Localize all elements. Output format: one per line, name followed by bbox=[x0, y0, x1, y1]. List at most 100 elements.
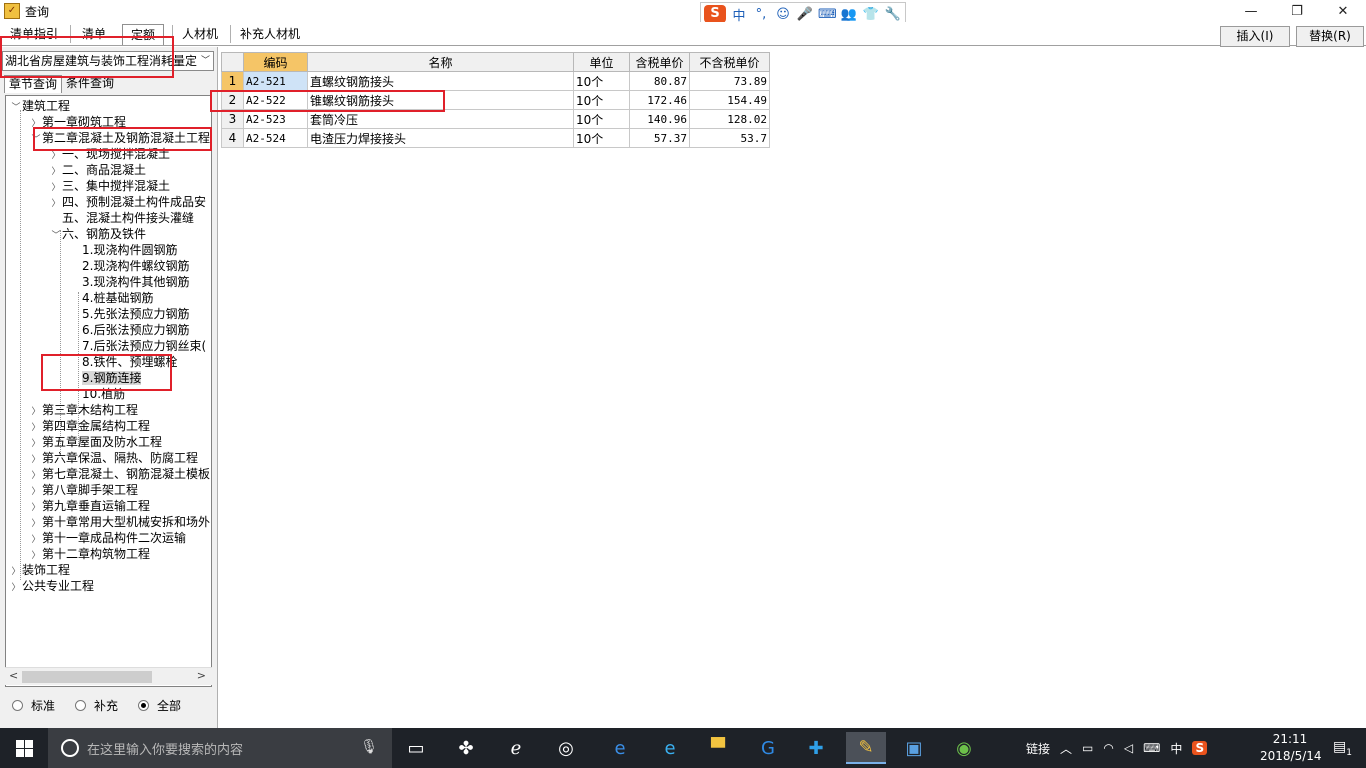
cell-notax-price[interactable]: 128.02 bbox=[689, 109, 770, 129]
table-row[interactable]: 4 A2-524 电渣压力焊接接头 10个 57.37 53.7 bbox=[221, 128, 770, 148]
browser-e-icon[interactable]: ℯ bbox=[496, 732, 536, 764]
app-g-icon[interactable]: G bbox=[748, 732, 788, 764]
spiral-app-icon[interactable]: ◎ bbox=[546, 732, 586, 764]
tree-node[interactable]: 〉第八章脚手架工程 bbox=[30, 482, 138, 498]
cell-tax-price[interactable]: 172.46 bbox=[629, 90, 690, 110]
tab-supplement-labor-material[interactable]: 补充人材机 bbox=[232, 24, 308, 45]
ime-voice-icon[interactable]: 🎤 bbox=[796, 7, 814, 22]
cell-notax-price[interactable]: 73.89 bbox=[689, 71, 770, 91]
cell-unit[interactable]: 10个 bbox=[573, 128, 630, 148]
cell-name[interactable]: 直螺纹钢筋接头 bbox=[307, 71, 574, 91]
close-button[interactable]: ✕ bbox=[1320, 0, 1366, 22]
col-header-code[interactable]: 编码 bbox=[243, 52, 308, 72]
tab-quota[interactable]: 定额 bbox=[122, 24, 165, 45]
tab-bill[interactable]: 清单 bbox=[74, 24, 114, 45]
cell-notax-price[interactable]: 53.7 bbox=[689, 128, 770, 148]
green-app-icon[interactable]: ◉ bbox=[944, 732, 984, 764]
chevron-down-icon[interactable]: ﹀ bbox=[30, 132, 42, 148]
scroll-left-icon[interactable]: < bbox=[9, 669, 18, 682]
tree-node[interactable]: 〉公共专业工程 bbox=[10, 578, 94, 594]
cell-unit[interactable]: 10个 bbox=[573, 109, 630, 129]
tree-leaf[interactable]: 5.先张法预应力钢筋 bbox=[82, 306, 189, 322]
clock[interactable]: 21:11 2018/5/14 bbox=[1260, 731, 1322, 765]
tree-leaf[interactable]: 7.后张法预应力钢丝束( bbox=[82, 338, 206, 354]
notification-icon[interactable]: ▤1 bbox=[1333, 739, 1352, 758]
cell-code[interactable]: A2-523 bbox=[243, 109, 308, 129]
tree-leaf[interactable]: 10.植筋 bbox=[82, 386, 125, 402]
tree-leaf[interactable]: 3.现浇构件其他钢筋 bbox=[82, 274, 189, 290]
ime-user-icon[interactable]: 👥 bbox=[840, 7, 858, 22]
cell-tax-price[interactable]: 140.96 bbox=[629, 109, 690, 129]
tree-node[interactable]: 〉第十一章成品构件二次运输 bbox=[30, 530, 186, 546]
row-number[interactable]: 3 bbox=[221, 109, 244, 129]
tree-leaf[interactable]: 6.后张法预应力钢筋 bbox=[82, 322, 189, 338]
cell-tax-price[interactable]: 57.37 bbox=[629, 128, 690, 148]
tree-leaf-selected[interactable]: 9.钢筋连接 bbox=[82, 370, 142, 386]
tree-leaf[interactable]: 4.桩基础钢筋 bbox=[82, 290, 153, 306]
ime-skin-icon[interactable]: 👕 bbox=[862, 7, 880, 22]
radio-circle-icon[interactable] bbox=[12, 700, 23, 711]
tree-node[interactable]: 〉第九章垂直运输工程 bbox=[30, 498, 150, 514]
minimize-button[interactable]: — bbox=[1228, 0, 1274, 22]
table-row[interactable]: 2 A2-522 锥螺纹钢筋接头 10个 172.46 154.49 bbox=[221, 90, 770, 110]
app-plus-icon[interactable]: ✚ bbox=[796, 732, 836, 764]
chevron-up-icon[interactable]: ︿ bbox=[1060, 740, 1072, 757]
tree-node[interactable]: 〉第一章砌筑工程 bbox=[30, 114, 126, 130]
replace-button[interactable]: 替换(R) bbox=[1296, 26, 1364, 47]
tree-node[interactable]: 〉第三章木结构工程 bbox=[30, 402, 138, 418]
microphone-icon[interactable]: 🎙 bbox=[360, 739, 378, 755]
scroll-right-icon[interactable]: > bbox=[197, 669, 206, 682]
wifi-icon[interactable]: ◠ bbox=[1103, 741, 1113, 755]
ime-indicator[interactable]: 中 bbox=[1170, 740, 1182, 757]
radio-supplement[interactable]: 补充 bbox=[75, 697, 118, 714]
ime-tools-icon[interactable]: 🔧 bbox=[884, 7, 902, 22]
pinwheel-app-icon[interactable]: ✤ bbox=[446, 732, 486, 764]
table-row[interactable]: 3 A2-523 套筒冷压 10个 140.96 128.02 bbox=[221, 109, 770, 129]
chevron-down-icon[interactable]: ﹀ bbox=[10, 100, 22, 116]
cell-name[interactable]: 电渣压力焊接接头 bbox=[307, 128, 574, 148]
cell-code[interactable]: A2-522 bbox=[243, 90, 308, 110]
tree-node[interactable]: 五、混凝土构件接头灌缝 bbox=[50, 210, 194, 226]
tab-bill-guide[interactable]: 清单指引 bbox=[2, 24, 66, 45]
cell-tax-price[interactable]: 80.87 bbox=[629, 71, 690, 91]
tree-leaf[interactable]: 8.铁件、预埋螺栓 bbox=[82, 354, 177, 370]
file-explorer-icon[interactable]: ▀ bbox=[698, 732, 738, 764]
cell-code[interactable]: A2-521 bbox=[243, 71, 308, 91]
radio-all[interactable]: 全部 bbox=[138, 697, 181, 714]
tray-link-label[interactable]: 链接 bbox=[1026, 740, 1050, 757]
tree-node[interactable]: 〉第七章混凝土、钢筋混凝土模板 bbox=[30, 466, 210, 482]
row-number[interactable]: 2 bbox=[221, 90, 244, 110]
ime-mode-icon[interactable]: 中 bbox=[730, 5, 748, 24]
chevron-right-icon[interactable]: 〉 bbox=[10, 580, 22, 596]
tree-node[interactable]: 〉四、预制混凝土构件成品安 bbox=[50, 194, 206, 210]
table-row[interactable]: 1 A2-521 直螺纹钢筋接头 10个 80.87 73.89 bbox=[221, 71, 770, 91]
cell-unit[interactable]: 10个 bbox=[573, 71, 630, 91]
start-button[interactable] bbox=[0, 728, 48, 768]
tab-chapter-query[interactable]: 章节查询 bbox=[4, 75, 63, 93]
cell-code[interactable]: A2-524 bbox=[243, 128, 308, 148]
tree-leaf[interactable]: 2.现浇构件螺纹钢筋 bbox=[82, 258, 189, 274]
radio-circle-checked-icon[interactable] bbox=[138, 700, 150, 711]
tree-node[interactable]: ﹀ 第二章混凝土及钢筋混凝土工程 bbox=[30, 130, 210, 146]
tree-node[interactable]: 〉第十章常用大型机械安拆和场外 bbox=[30, 514, 210, 530]
cell-name[interactable]: 套筒冷压 bbox=[307, 109, 574, 129]
radio-circle-icon[interactable] bbox=[75, 700, 87, 711]
tree-leaf[interactable]: 1.现浇构件圆钢筋 bbox=[82, 242, 177, 258]
tree-horizontal-scrollbar[interactable]: < > bbox=[5, 667, 212, 685]
taskbar-search[interactable]: 在这里输入你要搜索的内容 🎙 bbox=[48, 728, 392, 768]
radio-standard[interactable]: 标准 bbox=[12, 697, 55, 714]
quota-app-icon[interactable]: ✎ bbox=[846, 732, 886, 764]
tree-node[interactable]: 〉第六章保温、隔热、防腐工程 bbox=[30, 450, 198, 466]
col-header-tax-price[interactable]: 含税单价 bbox=[629, 52, 690, 72]
tree-node[interactable]: 〉一、现场搅拌混凝土 bbox=[50, 146, 170, 162]
cell-name[interactable]: 锥螺纹钢筋接头 bbox=[307, 90, 574, 110]
tree-node[interactable]: 〉二、商品混凝土 bbox=[50, 162, 146, 178]
tree-node[interactable]: ﹀ 六、钢筋及铁件 bbox=[50, 226, 146, 242]
ime-punct-icon[interactable]: °, bbox=[752, 7, 770, 22]
battery-icon[interactable]: ▭ bbox=[1082, 741, 1093, 755]
keyboard-icon[interactable]: ⌨ bbox=[1143, 741, 1160, 755]
col-header-unit[interactable]: 单位 bbox=[573, 52, 630, 72]
col-header-name[interactable]: 名称 bbox=[307, 52, 574, 72]
ie-icon[interactable]: e bbox=[650, 732, 690, 764]
tree-node[interactable]: 〉第五章屋面及防水工程 bbox=[30, 434, 162, 450]
